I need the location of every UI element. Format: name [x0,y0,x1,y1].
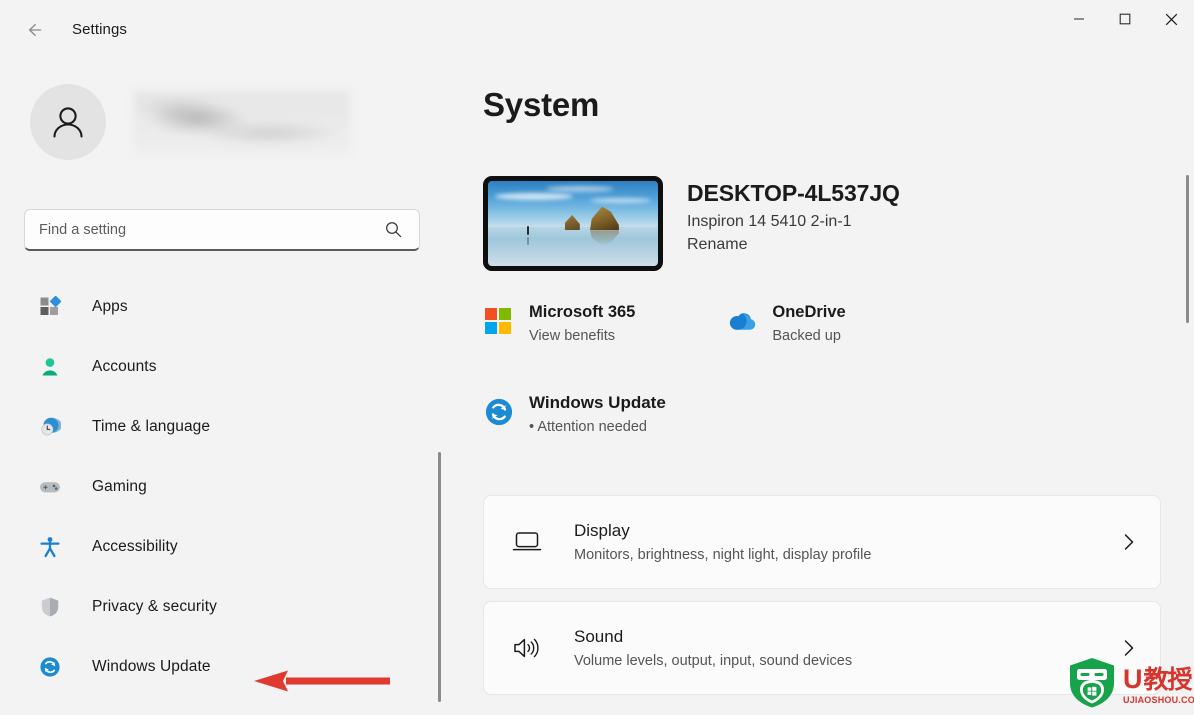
maximize-button[interactable] [1102,0,1148,38]
search-icon[interactable] [384,220,419,239]
minimize-button[interactable] [1056,0,1102,38]
windows-update-entry[interactable]: Windows Update • Attention needed [483,393,666,435]
device-model: Inspiron 14 5410 2-in-1 [687,213,852,230]
app-title: Settings [72,21,127,38]
card-title: Sound [574,627,624,646]
accounts-icon [38,355,62,379]
back-button[interactable] [16,14,52,50]
windows-update-icon [38,655,62,679]
service-subtitle[interactable]: View benefits [529,328,635,344]
display-monitor-icon [510,525,544,559]
watermark: U 教授 UJIAOSHOU.COM [1067,657,1194,714]
account-name-redacted [134,91,350,153]
back-arrow-icon [24,20,44,45]
title-bar: Settings [0,0,1194,64]
close-button[interactable] [1148,0,1194,38]
microsoft-365-entry[interactable]: Microsoft 365 View benefits [483,303,635,344]
search-input[interactable] [25,221,384,238]
service-subtitle: Backed up [772,328,841,344]
rename-button[interactable]: Rename [687,236,747,254]
watermark-brand-u: U [1123,664,1143,694]
card-title: Display [574,521,630,540]
time-language-icon [38,415,62,439]
sidebar-item-label: Accessibility [92,538,178,555]
annotation-arrow-windows-update [252,668,394,699]
device-name: DESKTOP-4L537JQ [687,180,900,206]
account-header[interactable] [24,84,350,160]
main-scrollbar-thumb[interactable] [1186,175,1189,323]
status-text: Attention needed [537,419,647,435]
accessibility-icon [38,535,62,559]
sidebar-scrollbar-thumb[interactable] [438,452,441,702]
sidebar-item-accessibility[interactable]: Accessibility [0,527,452,567]
sidebar-nav: Apps Accounts Time & language Gaming Acc… [0,287,452,707]
sidebar-item-time-language[interactable]: Time & language [0,407,452,447]
sidebar-item-label: Gaming [92,478,147,495]
services-row: Microsoft 365 View benefits OneDrive Bac… [483,303,846,344]
chevron-right-icon[interactable] [1118,533,1140,551]
chevron-right-icon[interactable] [1118,639,1140,657]
settings-window: Settings Find a setting Apps Accounts Ti… [0,0,1194,715]
onedrive-cloud-icon [726,306,756,336]
card-subtitle: Volume levels, output, input, sound devi… [574,653,853,669]
status-bullet: • [529,419,535,435]
sound-speaker-icon [510,631,544,665]
gaming-icon [38,475,62,499]
microsoft-logo-icon [483,306,513,336]
sidebar-item-label: Apps [92,298,128,315]
sidebar-item-privacy-security[interactable]: Privacy & security [0,587,452,627]
sidebar: Apps Accounts [0,64,452,715]
ujiaoshou-shield-logo [1067,657,1117,714]
device-summary: DESKTOP-4L537JQ Inspiron 14 5410 2-in-1 … [483,176,900,271]
windows-update-icon [483,396,515,428]
avatar [30,84,106,160]
sidebar-item-apps[interactable]: Apps [0,287,452,327]
apps-icon [38,295,62,319]
sidebar-item-label: Accounts [92,358,157,375]
sidebar-item-label: Time & language [92,418,211,435]
main-content: System DESKTOP-4L537JQ Inspiron 14 5410 … [452,64,1194,715]
sidebar-item-gaming[interactable]: Gaming [0,467,452,507]
service-title: Microsoft 365 [529,303,636,321]
desktop-wallpaper-thumbnail [483,176,663,271]
card-sound[interactable]: Sound Volume levels, output, input, soun… [483,601,1161,695]
windows-update-title: Windows Update [529,393,666,412]
card-display[interactable]: Display Monitors, brightness, night ligh… [483,495,1161,589]
privacy-security-icon [38,595,62,619]
watermark-domain: UJIAOSHOU.COM [1123,695,1194,705]
page-title: System [483,86,600,123]
search-box[interactable] [24,209,420,251]
onedrive-entry[interactable]: OneDrive Backed up [726,303,846,344]
person-avatar-icon [53,107,83,138]
sidebar-item-label: Windows Update [92,658,211,675]
sidebar-item-label: Privacy & security [92,598,217,615]
window-controls [1056,0,1194,38]
service-title: OneDrive [772,303,846,321]
sidebar-item-accounts[interactable]: Accounts [0,347,452,387]
windows-update-status: • Attention needed [529,419,666,435]
settings-cards: Display Monitors, brightness, night ligh… [483,495,1161,707]
watermark-brand-cn: 教授 [1143,666,1193,694]
card-subtitle: Monitors, brightness, night light, displ… [574,547,872,563]
